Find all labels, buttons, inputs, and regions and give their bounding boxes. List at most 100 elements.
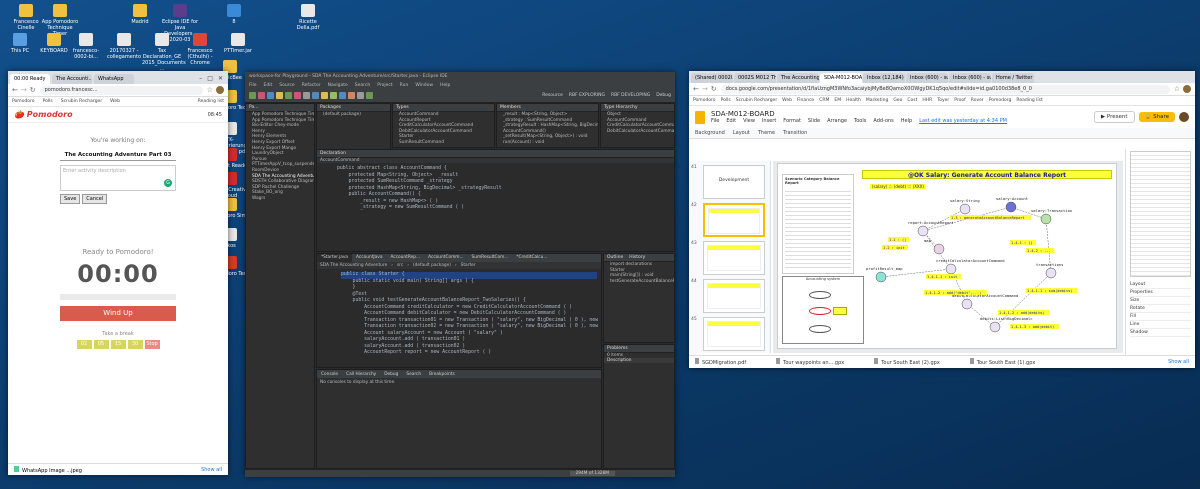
problems-column-header[interactable]: Description xyxy=(604,358,674,363)
break-option-button[interactable]: 05 xyxy=(93,340,109,349)
current-slide[interactable]: @OK Salary: Generate Account Balance Rep… xyxy=(777,163,1117,349)
url-field[interactable]: pomodoro.francesc... xyxy=(39,85,203,95)
toolbar-button-icon[interactable] xyxy=(258,92,265,99)
menu-item[interactable]: Tools xyxy=(854,118,866,124)
editor-tab[interactable]: AccountRep... xyxy=(386,254,424,262)
browser-tab[interactable]: (Shared) 0002l.fr... xyxy=(691,73,733,83)
side-panel-item[interactable]: Rotate xyxy=(1130,305,1191,313)
desktop-icon[interactable]: Tax Declaration_GE 2015_Documents ... xyxy=(142,33,186,72)
bookmark-item[interactable]: Scrubin Recharger xyxy=(736,98,777,103)
console-tab[interactable]: Breakpoints xyxy=(425,372,459,377)
menu-item[interactable]: Navigate xyxy=(328,83,348,88)
side-panel-item[interactable]: Layout xyxy=(1130,281,1191,289)
toolbar-button-icon[interactable] xyxy=(330,92,337,99)
editor-tab[interactable]: AccountComm... xyxy=(424,254,467,262)
side-panel-item[interactable]: Size xyxy=(1130,297,1191,305)
desktop-icon[interactable]: 8 xyxy=(214,4,254,25)
menu-item[interactable]: File xyxy=(249,83,257,88)
toolbar-item[interactable]: Background xyxy=(695,130,725,136)
menu-item[interactable]: Refactor xyxy=(302,83,321,88)
bookmark-item[interactable]: CRM xyxy=(819,98,829,103)
download-item[interactable]: SGDMigration.pdf xyxy=(695,358,746,366)
present-button[interactable]: ▶ Present xyxy=(1093,111,1135,123)
presentation-title[interactable]: SDA-M012-BOARD xyxy=(711,110,1094,118)
diagram-node[interactable] xyxy=(875,271,887,283)
desktop-icon[interactable]: francesco-0002-bi... xyxy=(66,33,106,60)
reload-icon[interactable]: ↻ xyxy=(711,85,717,93)
tab-pomodoro[interactable]: 00:00 Ready xyxy=(10,73,50,84)
tab-whatsapp[interactable]: WhatsApp xyxy=(94,73,134,84)
user-avatar[interactable] xyxy=(1179,112,1189,122)
diagram-node[interactable] xyxy=(933,243,945,255)
bookmark-item[interactable]: Pomodorg xyxy=(989,98,1012,103)
desktop-icon[interactable]: 20170327 - collegamento xyxy=(104,33,144,60)
url-field[interactable]: docs.google.com/presentation/d/1fIaUzngM… xyxy=(720,84,1170,94)
diagram-node[interactable] xyxy=(1005,201,1017,213)
diagram-node[interactable] xyxy=(1040,213,1052,225)
menu-item[interactable]: Arrange xyxy=(827,118,847,124)
diagram-node[interactable] xyxy=(1045,267,1057,279)
forward-icon[interactable]: → xyxy=(21,86,27,94)
menu-item[interactable]: Insert xyxy=(762,118,776,124)
menu-item[interactable]: Run xyxy=(400,83,409,88)
bookmark-item[interactable]: Polls xyxy=(721,98,731,103)
slide-thumbnail[interactable] xyxy=(703,317,765,351)
editor-tab[interactable]: *Starter.java xyxy=(317,254,353,262)
bookmark-item[interactable]: Polls xyxy=(43,99,53,104)
show-all-link[interactable]: Show all xyxy=(1168,359,1189,365)
side-panel-item[interactable]: Properties xyxy=(1130,289,1191,297)
editor-tab[interactable]: *CreditCalcu... xyxy=(512,254,551,262)
last-edit-link[interactable]: Last edit was yesterday at 4:34 PM xyxy=(919,118,1007,124)
side-panel-item[interactable]: Shadow xyxy=(1130,329,1191,337)
slide-thumbnail[interactable] xyxy=(703,279,765,313)
menu-item[interactable]: Edit xyxy=(264,83,273,88)
toolbar-button-icon[interactable] xyxy=(321,92,328,99)
toolbar-button-icon[interactable] xyxy=(294,92,301,99)
perspective-button[interactable]: RBF DEVELOPING xyxy=(611,93,650,98)
memory-indicator[interactable]: 294M of 1328M xyxy=(569,471,615,476)
hierarchy-item[interactable]: CreditCalculatorAccountCommand xyxy=(601,123,674,129)
bookmark-item[interactable]: Pomodoro xyxy=(693,98,716,103)
bookmark-item[interactable]: Rover xyxy=(971,98,984,103)
save-button[interactable]: Save xyxy=(60,194,81,204)
toolbar-button-icon[interactable] xyxy=(312,92,319,99)
project-item[interactable]: Wagrs xyxy=(246,196,314,202)
bookmark-item[interactable]: Proof xyxy=(954,98,965,103)
toolbar-button-icon[interactable] xyxy=(267,92,274,99)
browser-tab[interactable]: Inbox (12,184) - fr... xyxy=(863,73,905,83)
reading-list-link[interactable]: Reading list xyxy=(198,99,224,104)
menu-item[interactable]: View xyxy=(743,118,755,124)
bookmark-item[interactable]: Finance xyxy=(797,98,814,103)
menu-item[interactable]: Format xyxy=(783,118,801,124)
type-item[interactable]: SumResultCommand xyxy=(393,140,494,146)
perspective-button[interactable]: RBF EXPLORING xyxy=(569,93,605,98)
description-textarea[interactable]: Enter activity description G xyxy=(60,165,176,191)
toolbar-item[interactable]: Transition xyxy=(783,130,807,136)
outline-item[interactable]: testGenerateAccountBalanceReport xyxy=(604,279,674,285)
bookmark-item[interactable]: Health xyxy=(846,98,861,103)
member-item[interactable]: run(Account) : void xyxy=(497,140,598,146)
hierarchy-item[interactable]: DebitCalculatorAccountCommand xyxy=(601,129,674,135)
menu-item[interactable]: Help xyxy=(901,118,912,124)
download-item[interactable]: WhatsApp Image ...jpeg xyxy=(14,465,82,474)
browser-tab[interactable]: SDA-M012-BOARD xyxy=(820,73,862,83)
back-icon[interactable]: ← xyxy=(693,85,699,93)
toolbar-button-icon[interactable] xyxy=(348,92,355,99)
grammar-check-icon[interactable]: G xyxy=(164,179,172,187)
side-panel-item[interactable]: Line xyxy=(1130,321,1191,329)
toolbar-button-icon[interactable] xyxy=(285,92,292,99)
bookmark-item[interactable]: EM xyxy=(834,98,841,103)
break-option-button[interactable]: 30 xyxy=(127,340,143,349)
maximize-icon[interactable]: □ xyxy=(207,75,213,82)
break-option-button[interactable]: 15 xyxy=(110,340,126,349)
menu-item[interactable]: Help xyxy=(440,83,450,88)
menu-item[interactable]: File xyxy=(711,118,719,124)
download-item[interactable]: Tour South East (2).gpx xyxy=(874,358,940,366)
bookmark-item[interactable]: Reading list xyxy=(1016,98,1042,103)
bookmark-item[interactable]: Geo xyxy=(893,98,902,103)
browser-tab[interactable]: 0002S M012 The... xyxy=(734,73,776,83)
bookmark-item[interactable]: Cost xyxy=(907,98,917,103)
bookmark-item[interactable]: Pomodoro xyxy=(12,99,35,104)
menu-item[interactable]: Search xyxy=(355,83,370,88)
package-item[interactable]: (default package) xyxy=(317,112,390,118)
